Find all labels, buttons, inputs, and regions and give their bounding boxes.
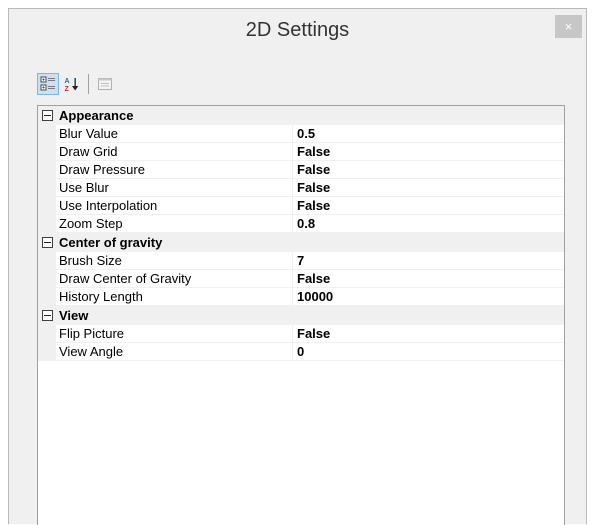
property-row[interactable]: Use Blur False xyxy=(38,179,564,197)
window-title: 2D Settings xyxy=(245,19,350,41)
category-row[interactable]: View xyxy=(38,306,564,325)
property-value[interactable]: 0 xyxy=(293,343,564,361)
property-value[interactable]: False xyxy=(293,325,564,343)
row-gutter xyxy=(38,161,56,179)
row-gutter xyxy=(38,288,56,306)
property-row[interactable]: Draw Grid False xyxy=(38,143,564,161)
property-name[interactable]: Draw Grid xyxy=(56,143,293,161)
property-row[interactable]: Blur Value 0.5 xyxy=(38,125,564,143)
property-name[interactable]: History Length xyxy=(56,288,293,306)
category-label: Center of gravity xyxy=(59,235,163,250)
property-name[interactable]: Use Blur xyxy=(56,179,293,197)
property-pages-icon xyxy=(98,78,112,90)
category-row[interactable]: Appearance xyxy=(38,106,564,125)
property-value[interactable]: False xyxy=(293,179,564,197)
row-gutter xyxy=(38,179,56,197)
collapse-toggle-icon[interactable] xyxy=(42,110,53,121)
svg-text:Z: Z xyxy=(65,86,70,92)
property-value[interactable]: False xyxy=(293,161,564,179)
collapse-toggle-icon[interactable] xyxy=(42,237,53,248)
property-grid: Appearance Blur Value 0.5 Draw Grid False Dra… xyxy=(37,105,565,525)
property-value[interactable]: False xyxy=(293,270,564,288)
row-gutter xyxy=(38,325,56,343)
property-name[interactable]: Draw Center of Gravity xyxy=(56,270,293,288)
property-value[interactable]: False xyxy=(293,197,564,215)
property-value[interactable]: 7 xyxy=(293,252,564,270)
property-row[interactable]: Draw Pressure False xyxy=(38,161,564,179)
property-row[interactable]: Flip Picture False xyxy=(38,325,564,343)
row-gutter xyxy=(38,270,56,288)
row-gutter xyxy=(38,143,56,161)
category-row[interactable]: Center of gravity xyxy=(38,233,564,252)
property-name[interactable]: View Angle xyxy=(56,343,293,361)
property-value[interactable]: 0.5 xyxy=(293,125,564,143)
close-icon: × xyxy=(564,19,573,34)
close-button[interactable]: × xyxy=(555,15,582,38)
property-name[interactable]: Blur Value xyxy=(56,125,293,143)
row-gutter xyxy=(38,197,56,215)
collapse-toggle-icon[interactable] xyxy=(42,310,53,321)
property-value[interactable]: False xyxy=(293,143,564,161)
property-name[interactable]: Use Interpolation xyxy=(56,197,293,215)
property-row[interactable]: Draw Center of Gravity False xyxy=(38,270,564,288)
property-name[interactable]: Draw Pressure xyxy=(56,161,293,179)
settings-window: 2D Settings × A Z Appearance Blur Value … xyxy=(8,8,587,525)
property-row[interactable]: History Length 10000 xyxy=(38,288,564,306)
row-gutter xyxy=(38,252,56,270)
property-value[interactable]: 10000 xyxy=(293,288,564,306)
alphabetical-button[interactable]: A Z xyxy=(61,73,83,95)
property-name[interactable]: Brush Size xyxy=(56,252,293,270)
title-bar[interactable]: 2D Settings × xyxy=(9,9,586,62)
property-grid-toolbar: A Z xyxy=(37,71,118,97)
alphabetical-sort-icon: A Z xyxy=(65,78,79,92)
row-gutter xyxy=(38,215,56,233)
row-gutter xyxy=(38,125,56,143)
category-label: Appearance xyxy=(59,108,134,123)
property-name[interactable]: Flip Picture xyxy=(56,325,293,343)
toolbar-separator xyxy=(88,74,89,94)
property-pages-button[interactable] xyxy=(94,73,116,95)
category-label: View xyxy=(59,308,89,323)
property-row[interactable]: Brush Size 7 xyxy=(38,252,564,270)
property-value[interactable]: 0.8 xyxy=(293,215,564,233)
categorized-icon xyxy=(40,76,55,91)
property-row[interactable]: Zoom Step 0.8 xyxy=(38,215,564,233)
property-row[interactable]: Use Interpolation False xyxy=(38,197,564,215)
categorized-button[interactable] xyxy=(37,73,59,95)
row-gutter xyxy=(38,343,56,361)
property-row[interactable]: View Angle 0 xyxy=(38,343,564,361)
property-name[interactable]: Zoom Step xyxy=(56,215,293,233)
svg-text:A: A xyxy=(65,78,70,85)
